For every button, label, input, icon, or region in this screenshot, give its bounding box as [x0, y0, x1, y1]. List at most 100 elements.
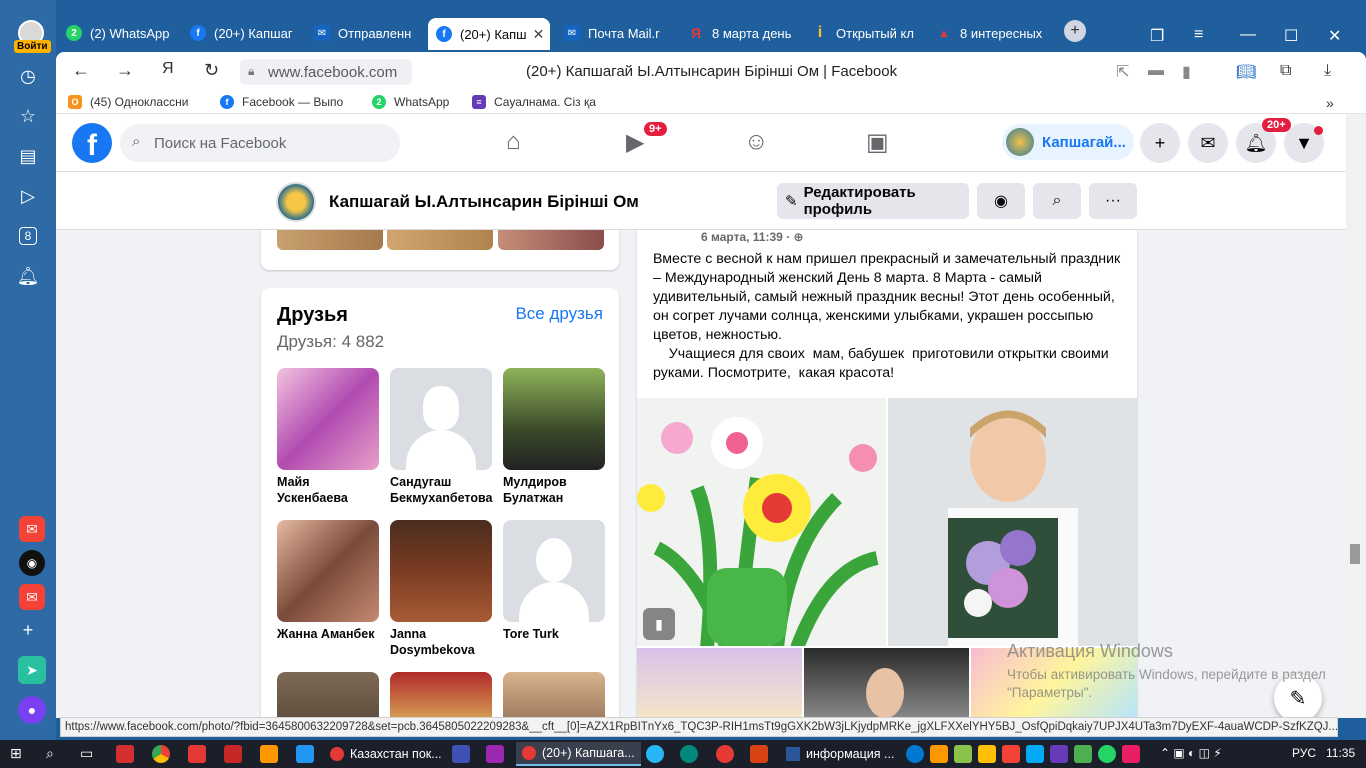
post-photo-boy[interactable]	[888, 398, 1137, 646]
tab-facebook-active[interactable]: f (20+) Капш ✕	[428, 18, 550, 50]
edge-icon[interactable]	[680, 745, 698, 763]
save-photo-icon[interactable]: ▮	[643, 608, 675, 640]
post-photo-4[interactable]	[804, 648, 969, 718]
page-scrollbar[interactable]	[1346, 114, 1366, 718]
share-icon[interactable]: ⇱	[1116, 62, 1129, 82]
app-icon-8[interactable]	[954, 745, 972, 763]
taskbar-item-word[interactable]: информация ...	[780, 742, 900, 766]
view-as-icon[interactable]: ◉	[977, 183, 1025, 219]
bookmark-whatsapp[interactable]: 2 WhatsApp	[372, 95, 449, 109]
tab-yandex[interactable]: Я 8 марта день	[680, 18, 798, 48]
bell-icon[interactable]: 🔔︎	[12, 260, 44, 292]
whatsapp-icon[interactable]	[1098, 745, 1116, 763]
post-photo-flowers[interactable]: ▮	[637, 398, 886, 646]
post-photo-3[interactable]	[637, 648, 802, 718]
download-icon[interactable]: ⤓	[1324, 62, 1331, 80]
new-tab-icon[interactable]: +	[1064, 20, 1086, 42]
app-icon-7[interactable]	[930, 745, 948, 763]
maximize-icon[interactable]: ☐	[1284, 26, 1298, 46]
extensions-icon[interactable]: ⧉	[1280, 62, 1291, 80]
pdf-icon[interactable]	[116, 745, 134, 763]
page-avatar[interactable]	[276, 182, 316, 222]
collections-icon[interactable]: ▤	[12, 140, 44, 172]
bookmark-survey[interactable]: ≡ Сауалнама. Сіз қа	[472, 95, 596, 109]
groups-icon[interactable]: ☺	[744, 128, 769, 156]
tab-8-icon[interactable]: 8	[12, 220, 44, 252]
skype-icon[interactable]	[906, 745, 924, 763]
scrollbar-thumb[interactable]	[1350, 544, 1360, 564]
star-icon[interactable]: ☆	[12, 100, 44, 132]
minimize-icon[interactable]: —	[1240, 26, 1256, 44]
search-icon[interactable]: ⌕	[46, 745, 64, 763]
tab-facebook-1[interactable]: f (20+) Капшаг	[182, 18, 300, 48]
friend-card[interactable]	[390, 672, 492, 718]
friend-card[interactable]: Janna Dosymbekova	[390, 520, 492, 658]
telegram-icon[interactable]	[646, 745, 664, 763]
app-icon-12[interactable]	[1050, 745, 1068, 763]
app-icon[interactable]	[188, 745, 206, 763]
tab-whatsapp[interactable]: 2 (2) WhatsApp	[58, 18, 176, 48]
read-mode-icon[interactable]: 📖︎	[1236, 62, 1256, 82]
tab-interesting[interactable]: ▲ 8 интересных	[928, 18, 1046, 48]
history-icon[interactable]: ◷	[12, 60, 44, 92]
friend-card[interactable]: Жанна Аманбек	[277, 520, 379, 642]
app-icon-5[interactable]	[452, 745, 470, 763]
send-icon[interactable]: ➤	[18, 656, 46, 684]
friend-card[interactable]: Майя Ускенбаева	[277, 368, 379, 506]
bookmark-icon[interactable]: ▮	[1182, 62, 1191, 82]
edit-profile-button[interactable]: ✎ Редактировать профиль	[777, 183, 969, 219]
mail-icon[interactable]: ✉	[19, 516, 45, 542]
all-friends-link[interactable]: Все друзья	[515, 304, 603, 324]
friend-card[interactable]	[277, 672, 379, 718]
bookmarks-more-icon[interactable]: »	[1326, 95, 1334, 111]
back-icon[interactable]: ←	[72, 60, 90, 81]
tray-icons[interactable]: ⌃ ▣ ◐ ◫ ⚡	[1160, 746, 1222, 760]
watch-icon[interactable]: ▶	[626, 128, 644, 157]
friend-card[interactable]	[503, 672, 605, 718]
close-tab-icon[interactable]: ✕	[533, 26, 545, 43]
login-button[interactable]: Войти	[14, 40, 51, 53]
app-icon-14[interactable]	[1122, 745, 1140, 763]
bookmark-facebook[interactable]: f Facebook — Выпо	[220, 95, 343, 109]
powerpoint-icon[interactable]	[750, 745, 768, 763]
keyboard-language[interactable]: РУС	[1292, 746, 1316, 760]
reader-icon[interactable]: ▬	[1148, 62, 1164, 80]
close-window-icon[interactable]: ✕	[1328, 26, 1341, 46]
tab-mail-ru[interactable]: ✉ Почта Mail.r	[556, 18, 674, 48]
app-icon-3[interactable]	[260, 745, 278, 763]
friend-card[interactable]: Мулдиров Булатжан	[503, 368, 605, 506]
gaming-icon[interactable]: ▣	[866, 128, 889, 157]
create-icon[interactable]: +	[1140, 123, 1180, 163]
app-icon-4[interactable]	[296, 745, 314, 763]
photo-thumb[interactable]	[277, 230, 383, 250]
page-search-icon[interactable]: ⌕	[1033, 183, 1081, 219]
app-icon-10[interactable]	[1002, 745, 1020, 763]
play-icon[interactable]: ▷	[12, 180, 44, 212]
yandex-home-icon[interactable]: Я	[162, 60, 174, 78]
reload-icon[interactable]: ↻	[204, 60, 219, 81]
taskbar-item-kazakhstan[interactable]: Казахстан пок...	[324, 742, 448, 766]
messenger-icon[interactable]: ✉	[1188, 123, 1228, 163]
more-button[interactable]: ···	[1089, 183, 1137, 219]
tab-sent-mail[interactable]: ✉ Отправленн	[306, 18, 424, 48]
task-view-icon[interactable]: ▭	[80, 745, 98, 763]
forward-icon[interactable]: →	[116, 60, 134, 81]
friend-card[interactable]: Сандугаш Бекмухanбетова	[390, 368, 493, 506]
friend-card[interactable]: Tore Turk	[503, 520, 605, 642]
post-timestamp[interactable]: 6 марта, 11:39 · ⊕	[701, 230, 804, 244]
app-icon-11[interactable]	[1026, 745, 1044, 763]
tabs-list-icon[interactable]: ❐	[1150, 26, 1164, 46]
url-field[interactable]: 🔒︎ www.facebook.com	[240, 59, 412, 85]
photo-thumb[interactable]	[387, 230, 493, 250]
profile-chip[interactable]: Капшагай...	[1002, 124, 1134, 160]
app-icon-13[interactable]	[1074, 745, 1092, 763]
facebook-logo-icon[interactable]: f	[72, 123, 112, 163]
clock[interactable]: 11:35	[1326, 746, 1355, 760]
start-icon[interactable]: ⊞	[10, 745, 28, 763]
assistant-icon[interactable]: ●	[18, 696, 46, 724]
fb-search-input[interactable]: ⌕ Поиск на Facebook	[120, 124, 400, 162]
bookmark-ok[interactable]: О (45) Одноклассни	[68, 95, 188, 109]
opera-icon[interactable]	[716, 745, 734, 763]
home-icon[interactable]: ⌂	[506, 128, 521, 156]
plus-icon[interactable]: +	[12, 614, 44, 646]
